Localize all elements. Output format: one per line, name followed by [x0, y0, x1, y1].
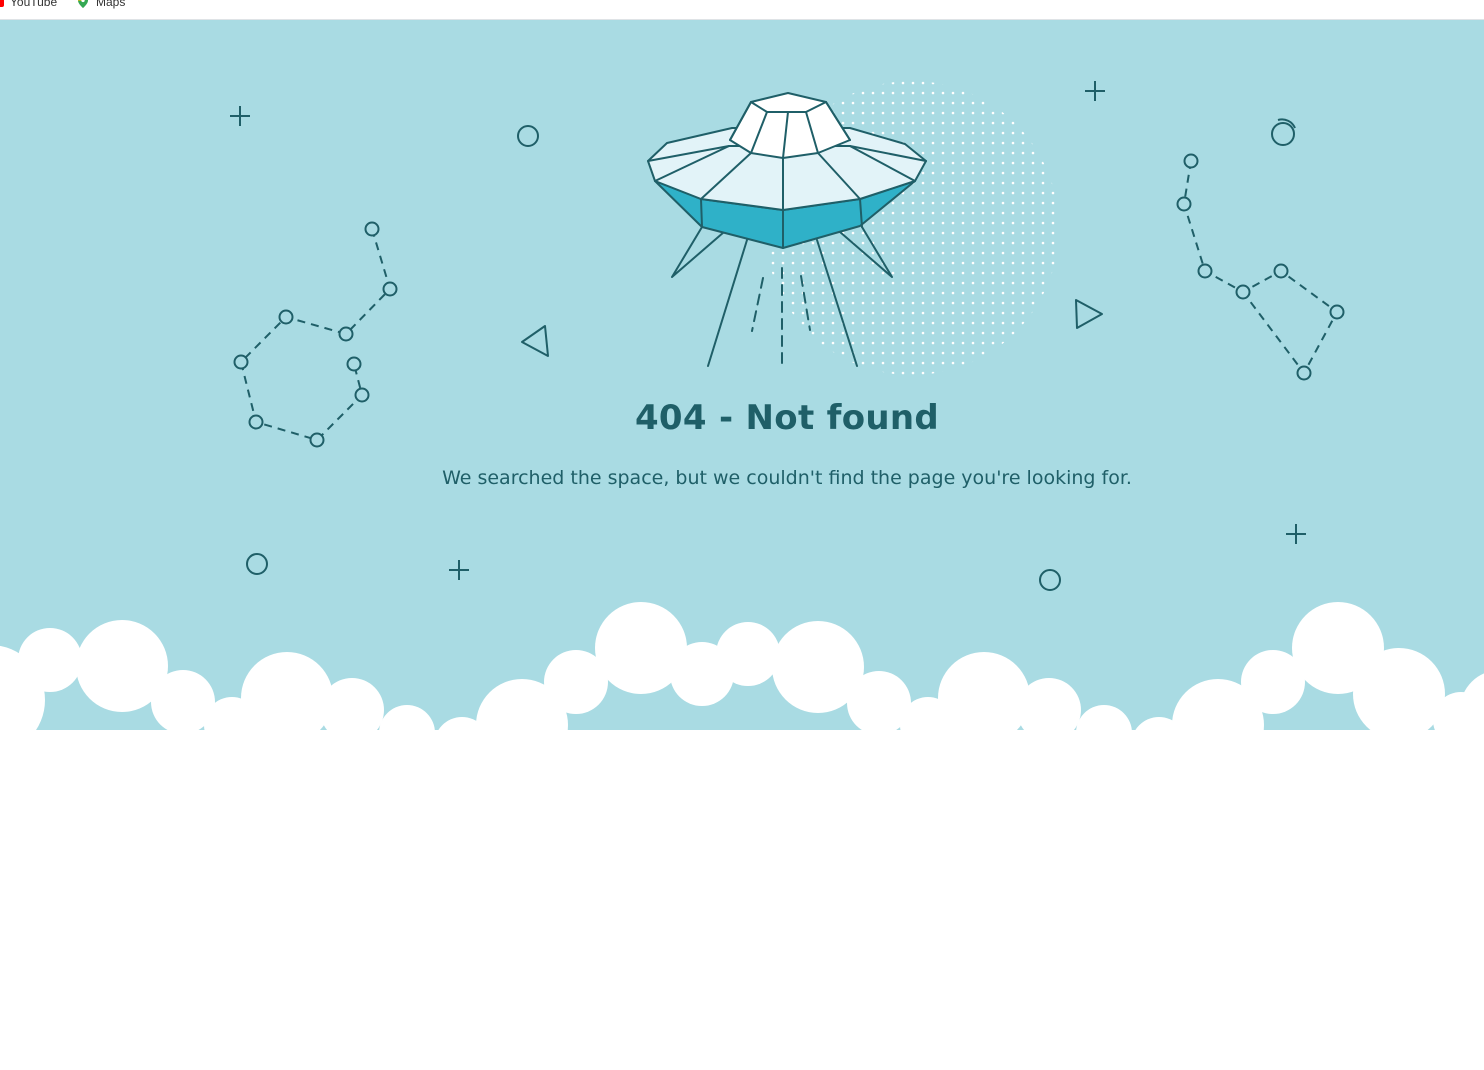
bookmark-maps[interactable]: Maps — [76, 0, 125, 9]
space-illustration — [0, 20, 1484, 1070]
bookmark-label: YouTube — [10, 0, 58, 9]
bookmark-label: Maps — [96, 0, 126, 9]
bookmarks-bar: YouTube Maps — [0, 0, 1484, 20]
page-title: 404 - Not found — [634, 398, 940, 438]
youtube-icon — [0, 0, 4, 7]
not-found-page: 404 - Not found We searched the space, b… — [0, 20, 1484, 1070]
bookmark-youtube[interactable]: YouTube — [0, 0, 57, 9]
error-message: We searched the space, but we couldn't f… — [442, 467, 1132, 489]
maps-icon — [78, 0, 88, 8]
